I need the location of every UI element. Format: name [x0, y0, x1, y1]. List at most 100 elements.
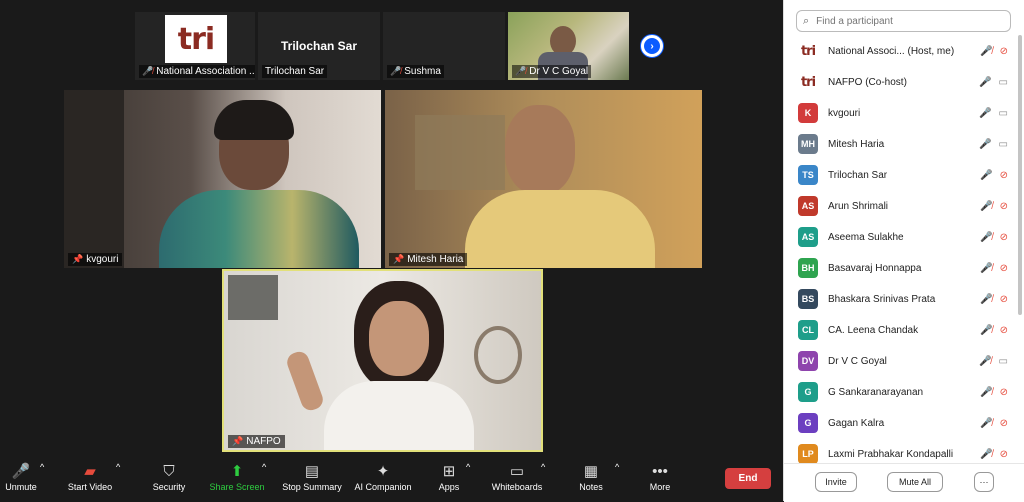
mic-muted-icon: 🎤̸	[515, 66, 527, 76]
participant-row[interactable]: G Gagan Kalra 🎤̸ ⊘	[798, 413, 1008, 433]
chevron-up-icon[interactable]: ^	[541, 462, 545, 472]
participant-row[interactable]: Kkvgouri 🎤 ▭	[798, 103, 1008, 123]
video-stage: tri 🎤̸ National Association ... Trilochan…	[0, 0, 783, 501]
search-input[interactable]	[814, 14, 999, 28]
thumbnail-dr-v-c-goyal[interactable]: 🎤̸ Dr V C Goyal	[508, 12, 629, 80]
participant-name: kvgouri	[828, 107, 861, 119]
sparkle-icon: ✦	[376, 463, 390, 480]
whiteboards-button[interactable]: ▭ Whiteboards	[489, 462, 545, 492]
participant-row[interactable]: tri NAFPO (Co-host) 🎤 ▭	[798, 72, 1008, 92]
video-off-icon: ⊘	[999, 169, 1008, 181]
mic-icon: 🎤	[979, 138, 992, 150]
video-tile-nafpo[interactable]: 📌 NAFPO	[222, 269, 543, 452]
participant-name: Mitesh Haria	[828, 138, 885, 150]
thumbnail-national-association[interactable]: tri 🎤̸ National Association ...	[135, 12, 255, 80]
scrollbar[interactable]	[1018, 35, 1022, 315]
avatar: BH	[798, 258, 818, 278]
mic-muted-icon: 🎤̸	[980, 324, 993, 336]
video-off-icon: ⊘	[999, 45, 1008, 57]
summary-icon: ▤	[304, 463, 320, 480]
thumbnail-name: National Association ...	[156, 66, 255, 77]
chevron-up-icon[interactable]: ^	[262, 462, 266, 472]
participant-hand	[284, 349, 326, 413]
pin-icon: 📌	[232, 436, 244, 446]
video-off-icon: ⊘	[999, 293, 1008, 305]
start-video-label: Start Video	[67, 482, 113, 492]
whiteboard-icon: ▭	[509, 463, 525, 480]
background-mirror	[474, 326, 522, 384]
mic-icon: 🎤	[980, 169, 993, 181]
participant-row[interactable]: G G Sankaranarayanan 🎤̸ ⊘	[798, 382, 1008, 402]
thumbnail-sushma[interactable]: 🎤̸ Sushma	[383, 12, 505, 80]
video-icon: ▭	[998, 138, 1008, 150]
pin-icon: 📌	[72, 254, 84, 264]
avatar: CL	[798, 320, 818, 340]
meeting-toolbar: 🎤 Unmute ^ ▰ Start Video ^ ⛉ Security ⬆ Shar…	[0, 458, 783, 501]
mute-all-button[interactable]: Mute All	[887, 472, 943, 492]
avatar: tri	[798, 41, 818, 61]
avatar: G	[798, 413, 818, 433]
ai-companion-button[interactable]: ✦ AI Companion	[352, 462, 414, 492]
more-button[interactable]: ••• More	[648, 462, 672, 492]
avatar: LP	[798, 444, 818, 464]
participant-name: Dr V C Goyal	[828, 355, 887, 367]
avatar: MH	[798, 134, 818, 154]
invite-button[interactable]: Invite	[815, 472, 857, 492]
video-off-icon: ⊘	[999, 386, 1008, 398]
video-name: Mitesh Haria	[407, 254, 464, 265]
organization-logo: tri	[165, 15, 227, 63]
participant-row[interactable]: BS Bhaskara Srinivas Prata 🎤̸ ⊘	[798, 289, 1008, 309]
apps-icon: ⊞	[442, 463, 456, 480]
chevron-up-icon[interactable]: ^	[466, 462, 470, 472]
participant-row[interactable]: AS Aseema Sulakhe 🎤̸ ⊘	[798, 227, 1008, 247]
stop-summary-button[interactable]: ▤ Stop Summary	[280, 462, 344, 492]
notes-button[interactable]: ▦ Notes	[578, 462, 604, 492]
notes-label: Notes	[579, 482, 603, 492]
next-page-button[interactable]: ›	[640, 34, 664, 58]
participant-body	[465, 190, 655, 268]
video-tile-mitesh-haria[interactable]: 📌 Mitesh Haria	[385, 90, 702, 268]
background-chair	[64, 90, 124, 268]
unmute-button[interactable]: 🎤 Unmute	[4, 462, 38, 492]
share-screen-button[interactable]: ⬆ Share Screen	[207, 462, 267, 492]
participant-face	[369, 301, 429, 376]
participant-row[interactable]: DV Dr V C Goyal 🎤̸ ▭	[798, 351, 1008, 371]
security-button[interactable]: ⛉ Security	[150, 462, 188, 492]
participant-row[interactable]: MH Mitesh Haria 🎤 ▭	[798, 134, 1008, 154]
start-video-button[interactable]: ▰ Start Video	[64, 462, 116, 492]
participant-name: National Associ... (Host, me)	[828, 45, 955, 57]
pin-icon: 📌	[393, 254, 405, 264]
background-window	[228, 275, 278, 320]
participant-row[interactable]: AS Arun Shrimali 🎤̸ ⊘	[798, 196, 1008, 216]
participant-row[interactable]: TS Trilochan Sar 🎤 ⊘	[798, 165, 1008, 185]
participant-name: CA. Leena Chandak	[828, 324, 919, 336]
mic-muted-icon: 🎤̸	[980, 262, 993, 274]
share-screen-icon: ⬆	[230, 463, 244, 480]
more-options-button[interactable]: ···	[974, 472, 994, 492]
end-meeting-button[interactable]: End	[725, 468, 771, 489]
video-name: kvgouri	[86, 254, 119, 265]
chevron-up-icon[interactable]: ^	[40, 462, 44, 472]
participant-name: Trilochan Sar	[828, 169, 888, 181]
mic-muted-icon: 🎤̸	[979, 355, 992, 367]
apps-button[interactable]: ⊞ Apps	[436, 462, 462, 492]
thumbnail-trilochan-sar[interactable]: Trilochan Sar Trilochan Sar	[258, 12, 380, 80]
search-icon: ⌕	[803, 14, 810, 27]
whiteboards-label: Whiteboards	[491, 482, 543, 492]
video-off-icon: ⊘	[999, 262, 1008, 274]
participant-row[interactable]: tri National Associ... (Host, me) 🎤̸ ⊘	[798, 41, 1008, 61]
chevron-right-icon: ›	[644, 38, 660, 54]
avatar: AS	[798, 227, 818, 247]
avatar: AS	[798, 196, 818, 216]
mic-icon: 🎤	[979, 76, 992, 88]
participant-search[interactable]: ⌕	[796, 10, 1011, 32]
participant-name: NAFPO (Co-host)	[828, 76, 907, 88]
chevron-up-icon[interactable]: ^	[116, 462, 120, 472]
share-screen-label: Share Screen	[209, 482, 265, 492]
participant-row[interactable]: LP Laxmi Prabhakar Kondapalli 🎤̸ ⊘	[798, 444, 1008, 464]
video-tile-kvgouri[interactable]: 📌 kvgouri	[64, 90, 381, 268]
mic-muted-icon: 🎤̸	[980, 293, 993, 305]
chevron-up-icon[interactable]: ^	[615, 462, 619, 472]
participant-row[interactable]: BH Basavaraj Honnappa 🎤̸ ⊘	[798, 258, 1008, 278]
participant-row[interactable]: CL CA. Leena Chandak 🎤̸ ⊘	[798, 320, 1008, 340]
